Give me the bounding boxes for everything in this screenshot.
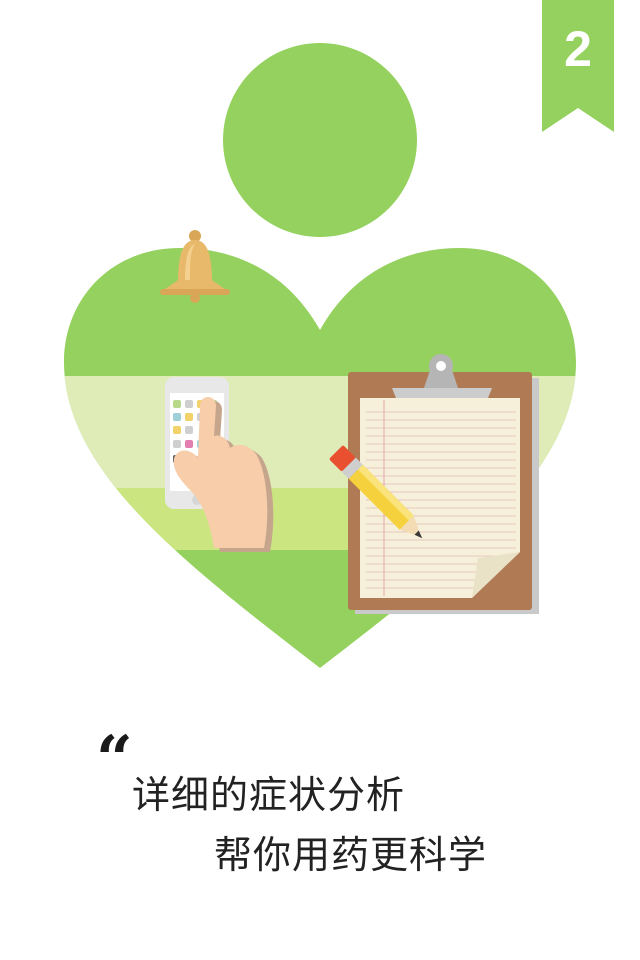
- quote-mark: “: [96, 722, 133, 797]
- caption-line-2: 帮你用药更科学: [214, 833, 488, 877]
- page-number: 2: [564, 21, 592, 77]
- caption-line-1: 详细的症状分析: [132, 773, 406, 817]
- head-circle-icon: [223, 43, 417, 237]
- heart-shape-icon: [64, 248, 576, 668]
